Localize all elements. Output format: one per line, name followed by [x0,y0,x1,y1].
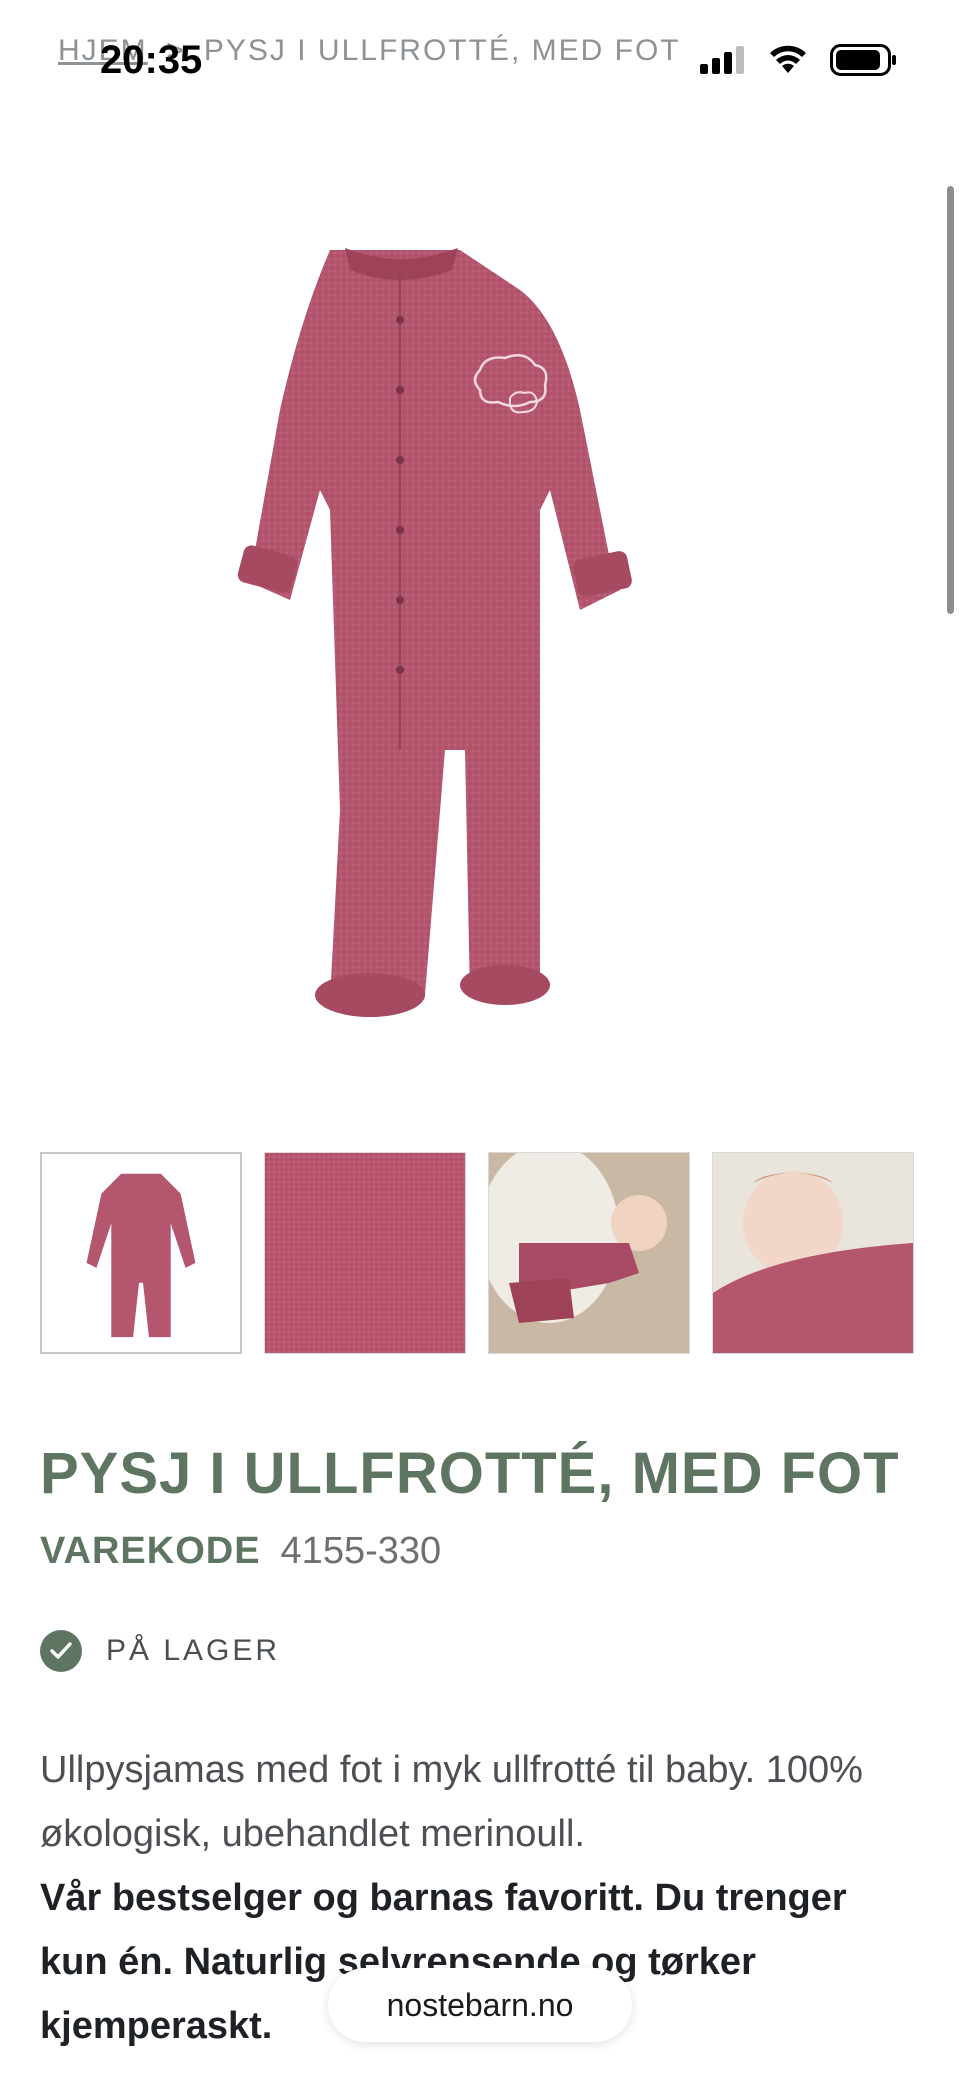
status-bar: HJEM > PYSJ I ULLFROTTÉ, MED FOT 20:35 [0,0,960,120]
battery-icon [830,44,896,76]
browser-url-bar[interactable]: nostebarn.no [328,1968,632,2042]
thumbnail-baby-lying[interactable] [488,1152,690,1354]
stock-label: PÅ LAGER [106,1634,281,1667]
status-icons [700,44,898,76]
thumbnail-front-view[interactable] [40,1152,242,1354]
check-circle-icon [40,1630,82,1672]
thumbnail-fabric-closeup[interactable] [264,1152,466,1354]
description-text: Ullpysjamas med fot i myk ullfrotté til … [40,1749,863,1855]
breadcrumb-current: PYSJ I ULLFROTTÉ, MED FOT [203,34,681,67]
sku-value: 4155-330 [280,1530,442,1572]
product-sku: VAREKODE 4155-330 [40,1530,441,1573]
product-title: PYSJ I ULLFROTTÉ, MED FOT [40,1441,900,1506]
wifi-icon [770,45,806,73]
product-main-image[interactable] [180,230,740,1030]
sku-label: VAREKODE [40,1530,261,1572]
status-time: 20:35 [100,38,203,82]
page-scrollbar[interactable] [947,186,954,614]
thumbnail-baby-closeup[interactable] [712,1152,914,1354]
stock-status: PÅ LAGER [40,1630,280,1672]
thumbnail-gallery [40,1152,914,1354]
signal-icon [700,46,744,74]
